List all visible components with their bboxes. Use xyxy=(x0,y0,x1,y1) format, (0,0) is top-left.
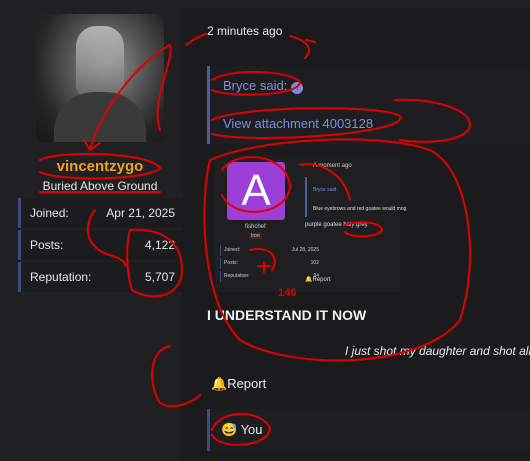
report-button[interactable]: 🔔Report xyxy=(211,376,266,392)
post-timestamp[interactable]: 2 minutes ago xyxy=(207,24,282,38)
mini-username: fishchef xyxy=(245,224,266,230)
stat-label: Posts: xyxy=(30,238,64,252)
quote-author[interactable]: Bryce said: xyxy=(223,78,287,93)
stat-posts: Posts: 4,122 xyxy=(18,230,185,260)
mini-stat-value: 102 xyxy=(310,260,319,266)
mini-avatar: A xyxy=(227,162,285,220)
reaction-summary[interactable]: 😅 You xyxy=(221,422,263,438)
mini-quote-author: Bryce said: xyxy=(313,187,338,193)
stat-value: Apr 21, 2025 xyxy=(106,206,175,220)
bell-icon: 🔔 xyxy=(211,376,228,391)
mini-user-title: Iron xyxy=(249,233,262,239)
mini-quote-text: Blue eyebrows and red goatee would mog xyxy=(313,206,407,212)
stat-label: Joined: xyxy=(30,206,69,220)
user-title: Buried Above Ground xyxy=(42,179,158,193)
reaction-bar: 😅 You xyxy=(207,409,530,451)
stat-label: Reputation: xyxy=(30,270,92,284)
stat-reputation: Reputation: 5,707 xyxy=(18,262,185,292)
post-heading: I UNDERSTAND IT NOW xyxy=(207,307,367,323)
up-arrow-icon[interactable]: ↑ xyxy=(291,82,304,94)
attachment-link[interactable]: View attachment 4003128 xyxy=(223,116,373,131)
mini-report-label: Report xyxy=(312,277,331,283)
avatar-head-shape xyxy=(76,26,124,96)
username-link[interactable]: vincentzygo xyxy=(0,158,200,175)
mini-message: purple goatee holy grey xyxy=(305,222,368,228)
mini-stat-joined: Joined: Jul 28, 2025 xyxy=(220,245,323,256)
stat-value: 5,707 xyxy=(144,270,175,284)
quote-block: Bryce said: ↑ View attachment 4003128 xyxy=(207,66,530,144)
mini-stat-posts: Posts: 102 xyxy=(220,258,323,269)
quote-attribution[interactable]: Bryce said: ↑ xyxy=(223,78,304,94)
mini-stat-label: Posts: xyxy=(224,260,238,266)
grin-sweat-emoji-icon: 😅 xyxy=(221,422,238,437)
report-label: Report xyxy=(227,376,267,391)
mini-quote-block: Bryce said: Blue eyebrows and red goatee… xyxy=(305,177,406,217)
signature-text: I just shot my daughter and shot all xyxy=(345,344,530,358)
mini-timestamp: A moment ago xyxy=(313,163,352,169)
stat-joined: Joined: Apr 21, 2025 xyxy=(18,198,185,228)
attachment-image[interactable]: A fishchef Iron Joined: Jul 28, 2025 Pos… xyxy=(215,155,406,292)
user-avatar[interactable] xyxy=(36,14,164,142)
reaction-users: You xyxy=(240,422,263,437)
mini-stat-value: Jul 28, 2025 xyxy=(291,247,319,253)
mini-stat-label: Joined: xyxy=(224,247,241,253)
avatar-body-shape xyxy=(54,92,146,142)
stat-value: 4,122 xyxy=(144,238,175,252)
mini-stat-label: Reputation: xyxy=(224,273,250,279)
mini-report: 🔔Report xyxy=(305,277,331,283)
